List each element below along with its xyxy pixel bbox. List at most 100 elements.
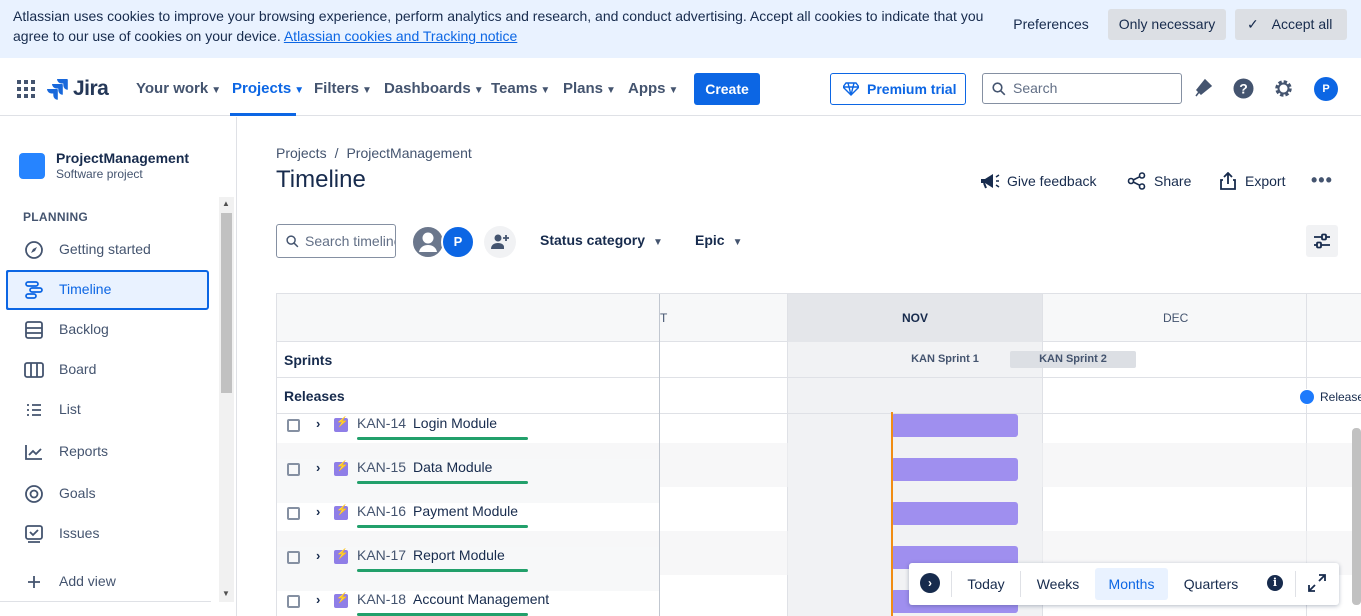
row-checkbox[interactable] (287, 551, 300, 564)
compass-icon (25, 241, 43, 259)
more-actions-icon[interactable]: ••• (1311, 170, 1333, 191)
breadcrumb-projects[interactable]: Projects (276, 145, 327, 161)
issue-key[interactable]: KAN-17 (357, 547, 406, 563)
sidebar-item-reports[interactable]: Reports (6, 432, 209, 472)
view-settings-button[interactable] (1306, 225, 1338, 257)
nav-teams[interactable]: Teams ▼ (491, 78, 550, 100)
quarters-button[interactable]: Quarters (1174, 568, 1248, 600)
epic-schedule-bar[interactable] (891, 502, 1018, 525)
profile-avatar[interactable]: P (1314, 77, 1338, 101)
toolbar-divider (951, 571, 952, 597)
sidebar-item-goals[interactable]: Goals (6, 474, 209, 514)
epic-schedule-bar[interactable] (891, 458, 1018, 481)
sidebar-divider (0, 601, 211, 602)
search-icon (286, 235, 299, 248)
expand-chevron-icon[interactable]: › (316, 460, 320, 475)
check-icon: ✓ (1247, 16, 1259, 32)
sprint-1[interactable]: KAN Sprint 1 (887, 351, 1003, 368)
table-row[interactable]: › KAN-15 Data Module (277, 443, 1361, 503)
scroll-down-arrow-icon[interactable]: ▼ (222, 589, 230, 598)
sidebar-item-board[interactable]: Board (6, 350, 209, 390)
issue-summary[interactable]: Payment Module (413, 503, 518, 519)
export-button[interactable]: Export (1218, 171, 1285, 191)
sidebar-item-add-view[interactable]: Add view (6, 562, 209, 602)
timeline-scrollbar[interactable] (1352, 428, 1361, 605)
issue-key[interactable]: KAN-15 (357, 459, 406, 475)
epic-schedule-bar[interactable] (891, 414, 1018, 437)
expand-chevron-icon[interactable]: › (316, 592, 320, 607)
user-avatar-filter[interactable]: P (441, 225, 475, 259)
list-column-divider[interactable] (659, 294, 660, 616)
cookie-only-necessary-button[interactable]: Only necessary (1108, 9, 1226, 40)
timeline-search-input[interactable]: Search timeline (276, 224, 396, 258)
scroll-up-arrow-icon[interactable]: ▲ (222, 199, 230, 208)
epic-filter[interactable]: Epic ▼ (695, 232, 742, 248)
give-feedback-label: Give feedback (1007, 173, 1097, 189)
breadcrumb-project[interactable]: ProjectManagement (346, 145, 471, 161)
sidebar-item-label: Backlog (59, 321, 109, 337)
sprints-label: Sprints (284, 352, 333, 368)
add-people-button[interactable] (484, 226, 516, 258)
issue-summary[interactable]: Report Module (413, 547, 505, 563)
issue-summary[interactable]: Account Management (413, 591, 549, 607)
release-marker-icon[interactable] (1299, 389, 1315, 405)
row-checkbox[interactable] (287, 507, 300, 520)
app-switcher-icon[interactable] (17, 80, 35, 98)
nav-plans[interactable]: Plans ▼ (563, 78, 616, 100)
weeks-button[interactable]: Weeks (1027, 568, 1089, 600)
issue-key[interactable]: KAN-16 (357, 503, 406, 519)
help-icon[interactable]: ? (1233, 78, 1254, 99)
nav-apps[interactable]: Apps ▼ (628, 78, 678, 100)
sidebar-scrollbar-thumb[interactable] (221, 213, 232, 393)
premium-trial-button[interactable]: Premium trial (830, 73, 966, 105)
jira-logo[interactable]: Jira (47, 77, 109, 101)
expand-chevron-icon[interactable]: › (316, 548, 320, 563)
sidebar-item-list[interactable]: List (6, 390, 209, 430)
sidebar-item-timeline[interactable]: Timeline (6, 270, 209, 310)
project-avatar-icon[interactable] (19, 153, 45, 179)
row-checkbox[interactable] (287, 463, 300, 476)
settings-icon[interactable] (1273, 78, 1294, 99)
nav-your-work[interactable]: Your work ▼ (136, 78, 221, 100)
chevron-right-icon[interactable]: › (920, 573, 940, 593)
expand-chevron-icon[interactable]: › (316, 504, 320, 519)
nav-projects[interactable]: Projects ▼ (232, 78, 304, 100)
unassigned-avatar[interactable] (411, 225, 445, 259)
give-feedback-button[interactable]: Give feedback (980, 171, 1097, 191)
cookie-preferences-button[interactable]: Preferences (1003, 9, 1099, 40)
issue-key[interactable]: KAN-18 (357, 591, 406, 607)
today-button[interactable]: Today (958, 568, 1014, 600)
sliders-icon (1314, 233, 1330, 249)
months-button[interactable]: Months (1095, 568, 1168, 600)
toolbar-divider (1020, 571, 1021, 597)
sidebar-item-getting-started[interactable]: Getting started (6, 230, 209, 270)
sidebar-item-label: Goals (59, 485, 96, 501)
fullscreen-icon[interactable] (1308, 574, 1326, 592)
sidebar-item-issues[interactable]: Issues (6, 514, 209, 554)
epic-icon (334, 549, 348, 564)
search-input[interactable]: Search (982, 73, 1182, 104)
notifications-icon[interactable] (1195, 78, 1213, 98)
issue-summary[interactable]: Data Module (413, 459, 492, 475)
progress-bar (357, 525, 528, 528)
info-icon[interactable]: i (1267, 575, 1283, 591)
nav-dashboards[interactable]: Dashboards ▼ (384, 78, 484, 100)
create-button[interactable]: Create (694, 73, 760, 105)
cookie-policy-link[interactable]: Atlassian cookies and Tracking notice (284, 28, 517, 44)
project-name[interactable]: ProjectManagement (56, 150, 189, 166)
nav-filters[interactable]: Filters ▼ (314, 78, 372, 100)
release-label[interactable]: Release (1320, 390, 1361, 404)
releases-row: Releases (277, 378, 1361, 414)
expand-chevron-icon[interactable]: › (316, 416, 320, 431)
sprint-2[interactable]: KAN Sprint 2 (1010, 351, 1136, 368)
nav-apps-label: Apps (628, 80, 666, 97)
issue-key[interactable]: KAN-14 (357, 415, 406, 431)
status-category-filter[interactable]: Status category ▼ (540, 232, 663, 248)
row-checkbox[interactable] (287, 419, 300, 432)
row-checkbox[interactable] (287, 595, 300, 608)
cookie-accept-all-button[interactable]: ✓ Accept all (1235, 9, 1347, 40)
issue-summary[interactable]: Login Module (413, 415, 497, 431)
sidebar-item-backlog[interactable]: Backlog (6, 310, 209, 350)
share-button[interactable]: Share (1127, 171, 1191, 191)
sprints-row: Sprints KAN Sprint 1 KAN Sprint 2 (277, 342, 1361, 378)
